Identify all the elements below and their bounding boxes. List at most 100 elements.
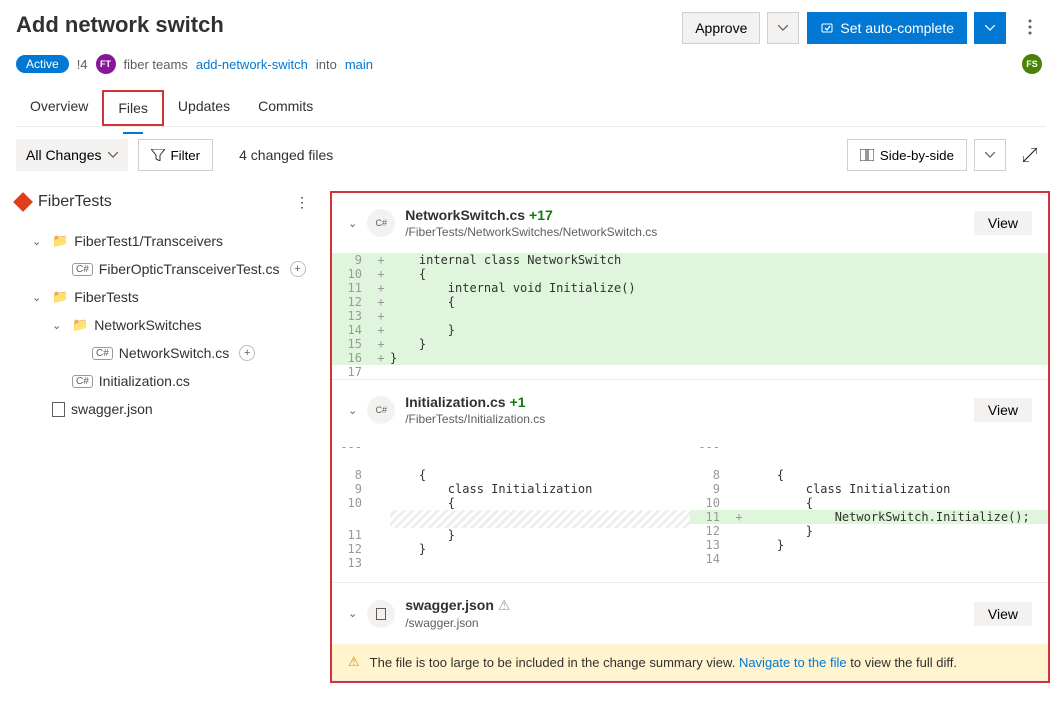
tree-label: FiberTests <box>74 289 139 305</box>
team-avatar: FT <box>96 54 116 74</box>
code-line: 14+ } <box>332 323 1048 337</box>
code-line: 17 <box>332 365 1048 379</box>
status-badge: Active <box>16 55 69 73</box>
code-line: 15+ } <box>332 337 1048 351</box>
code-line: 16+} <box>332 351 1048 365</box>
pr-id: !4 <box>77 57 88 72</box>
tree-label: NetworkSwitches <box>94 317 201 333</box>
sidebar-title: FiberTests <box>16 193 112 211</box>
collapse-button[interactable]: ⌄ <box>348 607 357 620</box>
file-path: /FiberTests/Initialization.cs <box>405 412 964 426</box>
code-line: 13 <box>332 556 690 570</box>
code-line: 12 } <box>332 542 690 556</box>
tab-updates[interactable]: Updates <box>164 90 244 126</box>
file-name: swagger.json <box>405 597 494 613</box>
warning-text-post: to view the full diff. <box>850 655 957 670</box>
set-autocomplete-button[interactable]: Set auto-complete <box>807 12 967 44</box>
chevron-down-icon <box>985 25 995 31</box>
chevron-down-icon <box>108 152 118 158</box>
file-block: ⌄C#Initialization.cs+1/FiberTests/Initia… <box>332 380 1048 583</box>
file-path: /swagger.json <box>405 616 964 630</box>
code-line: 10 { <box>332 496 690 510</box>
diff-spacer <box>390 510 690 528</box>
file-path: /FiberTests/NetworkSwitches/NetworkSwitc… <box>405 225 964 239</box>
target-branch-link[interactable]: main <box>345 57 373 72</box>
git-icon <box>13 192 33 212</box>
tree-label: FiberTest1/Transceivers <box>74 233 223 249</box>
autocomplete-dropdown[interactable] <box>974 12 1006 44</box>
added-badge: + <box>239 345 255 361</box>
code-line: 10 { <box>690 496 1048 510</box>
team-name: fiber teams <box>124 57 188 72</box>
view-file-button[interactable]: View <box>974 398 1032 422</box>
source-branch-link[interactable]: add-network-switch <box>196 57 308 72</box>
warning-icon: ⚠ <box>498 597 511 613</box>
navigate-link[interactable]: Navigate to the file <box>739 655 847 670</box>
code-line: 9 class Initialization <box>690 482 1048 496</box>
chevron-icon: ⌄ <box>32 291 46 304</box>
into-text: into <box>316 57 337 72</box>
tab-files[interactable]: Files <box>102 90 164 126</box>
expand-icon <box>1023 148 1037 162</box>
tree-label: FiberOpticTransceiverTest.cs <box>99 261 280 277</box>
warning-text: The file is too large to be included in … <box>370 655 736 670</box>
warning-icon: ⚠ <box>348 654 360 670</box>
tree-item[interactable]: C# Initialization.cs <box>16 367 330 395</box>
collapse-button[interactable]: ⌄ <box>348 404 357 417</box>
collapse-button[interactable]: ⌄ <box>348 217 357 230</box>
tab-overview[interactable]: Overview <box>16 90 102 126</box>
code-line: 11 } <box>332 528 690 542</box>
code-line: 12+ { <box>332 295 1048 309</box>
folder-icon: 📁 <box>52 233 68 249</box>
folder-icon: 📁 <box>72 317 88 333</box>
file-type-icon <box>367 600 395 628</box>
tree-item[interactable]: ⌄ 📁 NetworkSwitches <box>16 311 330 339</box>
code-line: 8 { <box>332 468 690 482</box>
code-block: 9+ internal class NetworkSwitch10+ {11+ … <box>332 253 1048 379</box>
file-type-icon: C# <box>367 209 395 237</box>
code-line: 8 { <box>690 468 1048 482</box>
chevron-icon: ⌄ <box>52 319 66 332</box>
file-name: NetworkSwitch.cs <box>405 207 525 223</box>
diff-block: ---8 {9 class Initialization10 {11 }12 }… <box>332 440 1048 570</box>
view-file-button[interactable]: View <box>974 602 1032 626</box>
code-line: 9+ internal class NetworkSwitch <box>332 253 1048 267</box>
tree-item[interactable]: C#NetworkSwitch.cs+ <box>16 339 330 367</box>
view-file-button[interactable]: View <box>974 211 1032 235</box>
chevron-down-icon <box>778 25 788 31</box>
file-block: ⌄ C# NetworkSwitch.cs+17/FiberTests/Networ… <box>332 193 1048 380</box>
code-line: 9 class Initialization <box>332 482 690 496</box>
tree-item[interactable]: swagger.json <box>16 395 330 423</box>
warning-bar: ⚠ The file is too large to be included in… <box>332 644 1048 680</box>
code-line: 12 } <box>690 524 1048 538</box>
tree-item[interactable]: ⌄ 📁 FiberTests <box>16 283 330 311</box>
tree-item[interactable]: ⌄📁FiberTest1/Transceivers <box>16 227 330 255</box>
file-delta: +17 <box>529 207 553 223</box>
file-block: ⌄swagger.json⚠/swagger.jsonView⚠The file… <box>332 583 1048 681</box>
code-line: 13+ <box>332 309 1048 323</box>
view-mode-arrow[interactable] <box>974 139 1006 171</box>
sidebar-more-button[interactable]: ⋮ <box>290 194 314 211</box>
csharp-icon: C# <box>72 263 93 276</box>
view-mode-dropdown[interactable]: Side-by-side <box>847 139 967 171</box>
folder-icon: 📁 <box>52 289 68 305</box>
code-line: 11+ NetworkSwitch.Initialize(); <box>690 510 1048 524</box>
approve-button[interactable]: Approve <box>682 12 760 44</box>
code-line: 13 } <box>690 538 1048 552</box>
added-badge: + <box>290 261 306 277</box>
filter-button[interactable]: Filter <box>138 139 214 171</box>
page-title: Add network switch <box>16 12 224 38</box>
file-icon <box>52 402 65 417</box>
side-by-side-icon <box>860 149 874 161</box>
tree-label: NetworkSwitch.cs <box>119 345 229 361</box>
csharp-icon: C# <box>72 375 93 388</box>
more-actions-button[interactable] <box>1014 19 1046 38</box>
tree-item[interactable]: C# FiberOpticTransceiverTest.cs + <box>16 255 330 283</box>
fullscreen-button[interactable] <box>1014 139 1046 171</box>
all-changes-dropdown[interactable]: All Changes <box>16 139 128 171</box>
tree-label: swagger.json <box>71 401 153 417</box>
approve-dropdown[interactable] <box>767 12 799 44</box>
tree-label: Initialization.cs <box>99 373 190 389</box>
user-avatar[interactable]: FS <box>1022 54 1042 74</box>
tab-commits[interactable]: Commits <box>244 90 327 126</box>
